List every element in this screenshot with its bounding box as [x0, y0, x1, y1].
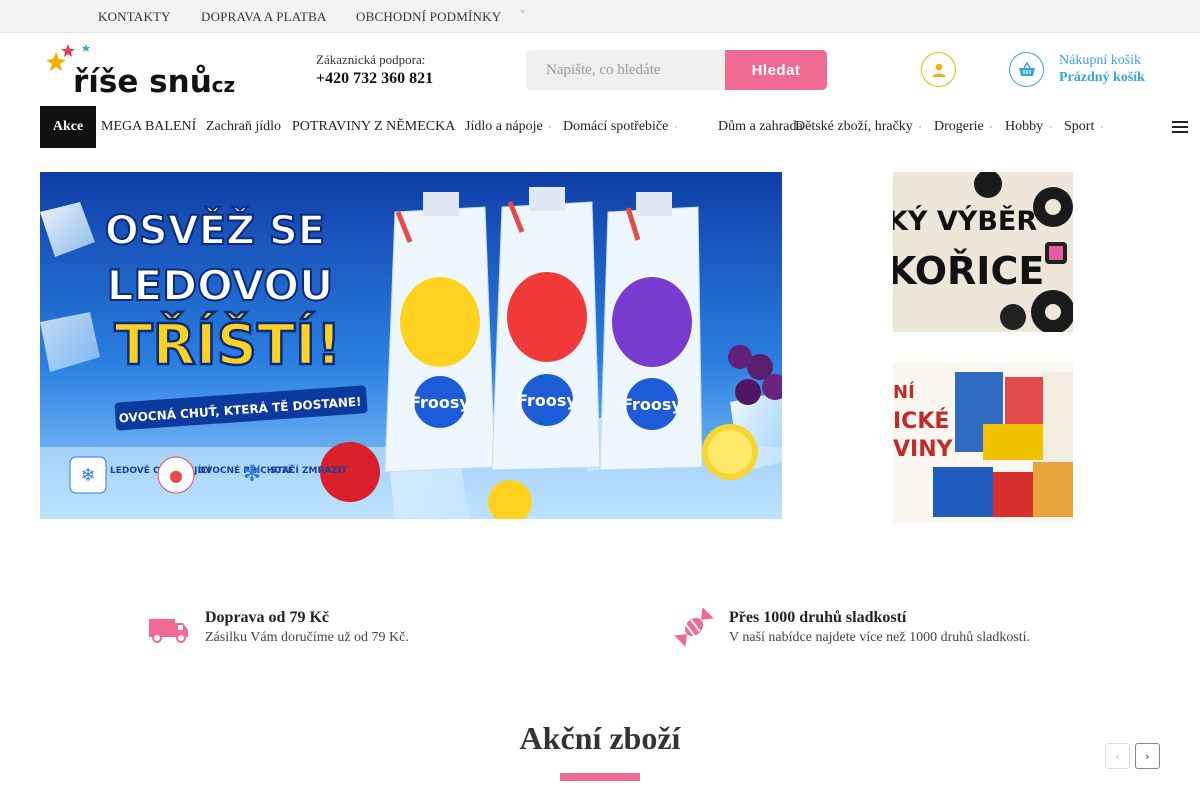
carousel-next-button[interactable]: ›	[1135, 743, 1160, 769]
nav-item-drogerie[interactable]: Drogerie ▫	[934, 106, 992, 148]
chevron-down-icon: ▫	[989, 123, 993, 131]
svg-text:❄: ❄	[80, 465, 95, 486]
nav-item-detske-zbozi[interactable]: Dětské zboží, hračky ▫	[795, 106, 921, 148]
svg-text:.cz: .cz	[204, 73, 235, 97]
nav-label: Jídlo a nápoje	[465, 119, 543, 135]
chevron-right-icon: ›	[1145, 749, 1150, 763]
nav-label: Dětské zboží, hračky	[795, 119, 913, 135]
topbar-more-icon[interactable]: ▫	[521, 6, 524, 16]
nav-label: Drogerie	[934, 119, 984, 135]
nav-item-hobby[interactable]: Hobby ▫	[1005, 106, 1052, 148]
basket-icon	[1018, 61, 1035, 76]
side-banner-2-line-3: VINY	[893, 437, 954, 462]
search-input[interactable]	[526, 50, 726, 90]
candy-icon	[674, 607, 714, 647]
cart-button[interactable]	[1009, 52, 1044, 87]
side-banner-licorice[interactable]: KÝ VÝBĚR KOŘICE	[893, 172, 1073, 332]
top-bar: KONTAKTY DOPRAVA A PLATBA OBCHODNÍ PODMÍ…	[0, 0, 1200, 33]
logo-wordmark: říše snů	[73, 64, 212, 98]
chevron-down-icon: ▫	[674, 123, 677, 131]
hero-feature-3: STAČÍ ZMRAZIT	[270, 464, 348, 476]
customer-support: Zákaznická podpora: +420 732 360 821	[316, 52, 433, 88]
search-form: Hledat	[526, 50, 827, 90]
chevron-down-icon: ▫	[918, 123, 922, 131]
nav-label: Akce	[52, 119, 84, 134]
nav-label: POTRAVINY Z NĚMECKA	[292, 119, 456, 134]
side-banner-2-line-2: ICKÉ	[893, 408, 949, 434]
nav-item-potraviny-z-nemecka[interactable]: POTRAVINY Z NĚMECKA	[292, 106, 455, 148]
feature-shipping-title: Doprava od 79 Kč	[205, 609, 329, 626]
truck-icon	[149, 619, 188, 643]
section-title: Akční zboží	[519, 720, 681, 756]
menu-icon[interactable]	[1172, 121, 1188, 133]
account-button[interactable]	[921, 52, 956, 87]
svg-text:●: ●	[169, 466, 183, 485]
hero-headline-3: TŘÍŠTÍ!	[114, 312, 341, 378]
side-banner-1-line-1: KÝ VÝBĚR	[893, 205, 1037, 237]
nav-item-mega-baleni[interactable]: MEGA BALENÍ	[101, 106, 196, 148]
user-icon	[932, 63, 945, 77]
nav-label: Dům a zahrada	[718, 119, 803, 135]
side-banner-german-food[interactable]: NÍ ICKÉ VINY	[893, 362, 1073, 522]
nav-item-jidlo-a-napoje[interactable]: Jídlo a nápoje ▫	[465, 106, 551, 148]
nav-label: MEGA BALENÍ	[101, 119, 197, 134]
cart-summary[interactable]: Nákupní košík Prázdný košík	[1059, 52, 1145, 86]
hero-headline-1: OSVĚŽ SE	[105, 206, 325, 254]
cart-status: Prázdný košík	[1059, 70, 1145, 85]
hero-headline-2: LEDOVOU	[107, 261, 333, 310]
nav-label: Hobby	[1005, 119, 1044, 135]
hero-brand-2: Froosy	[517, 391, 577, 410]
chevron-left-icon: ‹	[1115, 749, 1120, 763]
svg-text:✻: ✻	[243, 462, 261, 487]
site-logo[interactable]: říše snů .cz	[40, 42, 240, 100]
nav-item-akce[interactable]: Akce	[40, 106, 96, 148]
carousel-prev-button[interactable]: ‹	[1105, 743, 1130, 769]
feature-sweets-desc: V naší nabídce najdete více než 1000 dru…	[729, 630, 1031, 645]
search-button[interactable]: Hledat	[725, 50, 827, 90]
chevron-down-icon: ▫	[1049, 123, 1052, 131]
topbar-link-contacts[interactable]: KONTAKTY	[98, 9, 171, 25]
chevron-down-icon: ▫	[548, 123, 552, 131]
hero-brand-3: Froosy	[622, 395, 682, 414]
hero-brand-1: Froosy	[410, 393, 470, 412]
nav-label: Domácí spotřebiče	[563, 119, 669, 135]
cart-label: Nákupní košík	[1059, 53, 1142, 68]
support-phone[interactable]: +420 732 360 821	[316, 70, 433, 88]
main-nav: Akce MEGA BALENÍ Zachraň jídlo POTRAVINY…	[40, 106, 1160, 148]
nav-item-domaci-spotrebice[interactable]: Domácí spotřebiče ▫	[563, 106, 677, 148]
support-label: Zákaznická podpora:	[316, 52, 426, 67]
feature-shipping-desc: Zásilku Vám doručíme už od 79 Kč.	[205, 630, 409, 645]
nav-label: Zachraň jídlo	[206, 119, 282, 134]
topbar-link-shipping[interactable]: DOPRAVA A PLATBA	[201, 9, 327, 25]
nav-item-sport[interactable]: Sport ▫	[1064, 106, 1103, 148]
nav-label: Sport	[1064, 119, 1095, 135]
topbar-link-terms[interactable]: OBCHODNÍ PODMÍNKY	[356, 9, 501, 25]
chevron-down-icon: ▫	[1100, 123, 1103, 131]
nav-item-zachran-jidlo[interactable]: Zachraň jídlo	[206, 106, 281, 148]
section-underline	[560, 773, 640, 781]
hero-banner[interactable]: Froosy Froosy Froosy OSVĚŽ SE LEDOVOU TŘ…	[40, 172, 782, 519]
side-banner-2-line-1: NÍ	[893, 381, 915, 403]
feature-sweets-title: Přes 1000 druhů sladkostí	[729, 609, 907, 626]
side-banner-1-line-2: KOŘICE	[893, 249, 1044, 293]
